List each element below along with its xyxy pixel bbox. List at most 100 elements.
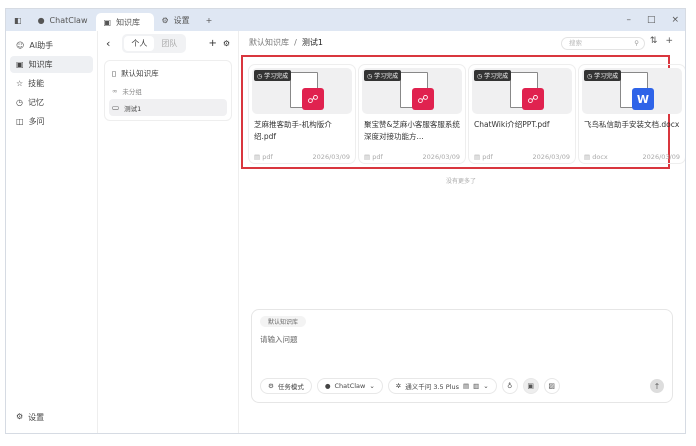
file-type: ▤ pdf bbox=[364, 153, 383, 161]
task-mode-label: 任务模式 bbox=[277, 383, 304, 391]
sidebar-item-memory[interactable]: ◷ 记忆 bbox=[10, 94, 93, 111]
folder-name: 测试1 bbox=[124, 104, 142, 113]
search-input[interactable]: 搜索 ⚲ bbox=[561, 37, 645, 50]
file-thumbnail: ☍ ◷ 学习完成 bbox=[472, 68, 572, 114]
task-mode-button[interactable]: ⚙ 任务模式 bbox=[260, 378, 312, 394]
split-icon: ◫ bbox=[16, 117, 24, 126]
pdf-icon: ☍ bbox=[302, 88, 324, 110]
folder-item[interactable]: ▭ 测试1 bbox=[109, 99, 227, 116]
file-card[interactable]: W ◷ 学习完成 飞鸟私信助手安装文档.docx ▤ docx 2026/03/09 bbox=[578, 64, 685, 164]
file-thumbnail: W ◷ 学习完成 bbox=[582, 68, 682, 114]
sidebar-settings[interactable]: ⚙ 设置 bbox=[16, 412, 44, 423]
image-icon: ▥ bbox=[473, 382, 480, 390]
file-thumbnail: ☍ ◷ 学习完成 bbox=[362, 68, 462, 114]
sidebar-item-knowledge-base[interactable]: ▣ 知识库 bbox=[10, 56, 93, 73]
image-upload-button[interactable]: ▨ bbox=[543, 378, 560, 394]
file-name: 芝麻推客助手-机构版介绍.pdf bbox=[254, 120, 332, 141]
model-label: 通义千问 3.5 Plus bbox=[405, 383, 459, 391]
gear-icon: ⚙ bbox=[268, 382, 274, 390]
send-button[interactable]: ↑ bbox=[650, 379, 664, 393]
search-icon: ⚲ bbox=[634, 39, 639, 47]
file-type: ▤ pdf bbox=[254, 153, 273, 161]
kb-tag[interactable]: 默认知识库 bbox=[260, 316, 307, 327]
sidebar-item-label: AI助手 bbox=[29, 41, 54, 50]
add-button[interactable]: + bbox=[208, 38, 216, 49]
model-logo-icon: ✲ bbox=[395, 382, 402, 390]
book-icon: ▣ bbox=[103, 17, 112, 27]
breadcrumb-root[interactable]: 默认知识库 bbox=[249, 38, 289, 47]
scope-toggle: 个人 团队 bbox=[122, 33, 187, 53]
sidebar-item-label: 知识库 bbox=[28, 60, 53, 69]
file-date: 2026/03/09 bbox=[312, 153, 350, 161]
file-card[interactable]: ☍ ◷ 学习完成 芝麻推客助手-机构版介绍.pdf ▤ pdf 2026/03/09 bbox=[248, 64, 356, 164]
folder-icon: ▭ bbox=[112, 103, 120, 112]
group-label: 未分组 bbox=[122, 87, 142, 96]
tab-knowledge-base[interactable]: ▣ 知识库 bbox=[95, 13, 154, 31]
sidebar-item-skills[interactable]: ☆ 技能 bbox=[10, 75, 93, 92]
doc-icon: ▤ bbox=[462, 382, 470, 390]
book-icon: ▣ bbox=[16, 60, 24, 69]
file-date: 2026/03/09 bbox=[532, 153, 570, 161]
tab-settings[interactable]: ⚙ 设置 bbox=[154, 9, 198, 31]
main-content: 默认知识库 / 测试1 搜索 ⚲ ⇅ + ☍ ◷ 学习完成 芝麻推客助手-机构版介绍.… bbox=[239, 31, 685, 433]
tab-team[interactable]: 团队 bbox=[154, 36, 184, 51]
pdf-icon: ☍ bbox=[412, 88, 434, 110]
maximize-button[interactable]: □ bbox=[647, 15, 656, 25]
agent-icon: ● bbox=[324, 382, 331, 390]
agent-label: ChatClaw bbox=[334, 382, 366, 390]
file-date: 2026/03/09 bbox=[642, 153, 680, 161]
model-select[interactable]: ✲ 通义千问 3.5 Plus ▤ ▥ ⌄ bbox=[387, 378, 497, 394]
file-card[interactable]: ☍ ◷ 学习完成 聚宝赞&芝麻小客服客服系统深度对接功能方... ▤ pdf 202… bbox=[358, 64, 466, 164]
file-date: 2026/03/09 bbox=[422, 153, 460, 161]
app-window: ◧ ● ChatClaw ▣ 知识库 ⚙ 设置 + – □ × ☺ AI助手 ▣ 知识库 … bbox=[5, 8, 686, 434]
sidebar: ☺ AI助手 ▣ 知识库 ☆ 技能 ◷ 记忆 ◫ 多问 ⚙ 设置 bbox=[6, 31, 98, 433]
close-button[interactable]: × bbox=[671, 15, 679, 25]
folder-upload-button[interactable]: ▣ bbox=[522, 378, 539, 394]
lightbulb-button[interactable]: ♁ bbox=[501, 378, 518, 394]
file-name: 聚宝赞&芝麻小客服客服系统深度对接功能方... bbox=[364, 120, 460, 141]
sort-icon[interactable]: ⇅ bbox=[650, 36, 658, 46]
breadcrumb: 默认知识库 / 测试1 bbox=[249, 38, 323, 47]
tab-label: 知识库 bbox=[116, 17, 141, 27]
question-input[interactable]: 请输入问题 bbox=[260, 334, 298, 345]
status-badge: ◷ 学习完成 bbox=[584, 70, 622, 81]
app-title: ● ChatClaw bbox=[30, 9, 96, 31]
file-card[interactable]: ☍ ◷ 学习完成 ChatWiki介绍PPT.pdf ▤ pdf 2026/03/0… bbox=[468, 64, 576, 164]
robot-icon: ☺ bbox=[16, 41, 25, 50]
app-logo-icon: ● bbox=[37, 15, 45, 25]
new-tab-button[interactable]: + bbox=[198, 9, 221, 31]
agent-select[interactable]: ● ChatClaw ⌄ bbox=[316, 378, 383, 394]
sidebar-item-multi-ask[interactable]: ◫ 多问 bbox=[10, 113, 93, 130]
pdf-icon: ☍ bbox=[522, 88, 544, 110]
back-button[interactable]: ‹ bbox=[106, 37, 110, 50]
no-more-label: 没有更多了 bbox=[446, 178, 477, 185]
clock-icon: ◷ bbox=[16, 98, 23, 107]
star-icon: ☆ bbox=[16, 79, 24, 88]
knowledge-base-panel: ‹ 个人 团队 + ⚙ ▯ 默认知识库 ∞ 未分组 ▭ 测试1 bbox=[98, 31, 239, 433]
sidebar-item-ai-assistant[interactable]: ☺ AI助手 bbox=[10, 37, 93, 54]
search-placeholder: 搜索 bbox=[569, 39, 582, 47]
sidebar-item-label: 多问 bbox=[28, 117, 45, 126]
app-name: ChatClaw bbox=[49, 15, 88, 25]
kb-default[interactable]: ▯ 默认知识库 bbox=[109, 65, 227, 82]
status-badge: ◷ 学习完成 bbox=[364, 70, 402, 81]
kb-list: ▯ 默认知识库 ∞ 未分组 ▭ 测试1 bbox=[104, 60, 232, 121]
status-badge: ◷ 学习完成 bbox=[254, 70, 292, 81]
file-type: ▤ docx bbox=[584, 153, 608, 161]
gear-icon: ⚙ bbox=[16, 412, 24, 421]
sidebar-toggle-icon[interactable]: ◧ bbox=[6, 9, 30, 31]
sidebar-item-label: 技能 bbox=[28, 79, 45, 88]
minimize-button[interactable]: – bbox=[626, 15, 631, 25]
chevron-down-icon: ⌄ bbox=[483, 382, 489, 390]
docx-icon: W bbox=[632, 88, 654, 110]
link-icon: ∞ bbox=[112, 86, 118, 95]
add-file-button[interactable]: + bbox=[665, 36, 673, 46]
tab-personal[interactable]: 个人 bbox=[124, 35, 155, 51]
settings-gear-button[interactable]: ⚙ bbox=[223, 39, 230, 48]
file-thumbnail: ☍ ◷ 学习完成 bbox=[252, 68, 352, 114]
kb-name: 默认知识库 bbox=[121, 69, 159, 78]
file-name: ChatWiki介绍PPT.pdf bbox=[474, 120, 550, 129]
title-bar: ◧ ● ChatClaw ▣ 知识库 ⚙ 设置 + – □ × bbox=[6, 9, 685, 31]
chevron-down-icon: ⌄ bbox=[369, 382, 375, 390]
chat-composer[interactable]: 默认知识库 请输入问题 ⚙ 任务模式 ● ChatClaw ⌄ ✲ 通义千问 3.5 P… bbox=[251, 309, 673, 403]
